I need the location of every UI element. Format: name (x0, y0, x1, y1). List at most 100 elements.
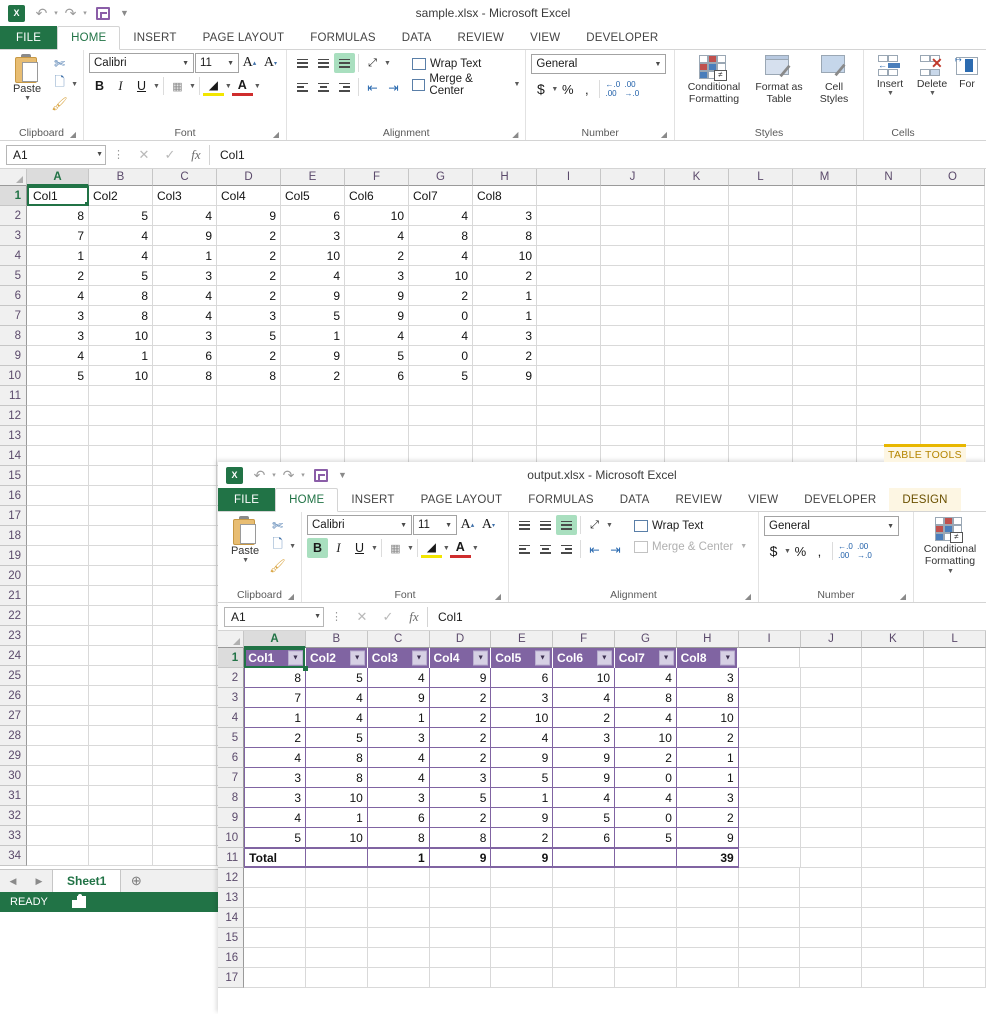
cell-2-D17[interactable] (429, 968, 492, 988)
cell-2-L13[interactable] (924, 888, 986, 908)
table-cell-F5[interactable]: 3 (553, 728, 616, 748)
table-cell-G4[interactable]: 4 (615, 708, 677, 728)
cell-I9[interactable] (537, 346, 601, 366)
table-cell-C8[interactable]: 3 (367, 788, 430, 808)
decrease-indent-icon-2[interactable]: ⇤ (584, 539, 605, 559)
column-header-2-E[interactable]: E (491, 631, 554, 648)
table-header-Col4[interactable]: Col4 ▼ (429, 648, 492, 668)
column-header-2-K[interactable]: K (862, 631, 925, 648)
cell-C15[interactable] (153, 466, 217, 486)
column-header-2-F[interactable]: F (553, 631, 616, 648)
formula-bar-expand-handle-2[interactable]: ⋮ (324, 610, 349, 623)
row-header-12[interactable]: 12 (0, 406, 27, 426)
cell-C18[interactable] (153, 526, 217, 546)
cell-C7[interactable]: 4 (153, 306, 217, 326)
cell-2-I11[interactable] (738, 848, 801, 868)
cell-2-A12[interactable] (244, 868, 306, 888)
cell-L8[interactable] (729, 326, 793, 346)
cell-B24[interactable] (89, 646, 153, 666)
cell-2-D14[interactable] (429, 908, 492, 928)
increase-decimal-icon-2[interactable]: .00 →.0 (855, 541, 874, 561)
cell-C28[interactable] (153, 726, 217, 746)
cell-C13[interactable] (153, 426, 217, 446)
filter-dropdown-icon-Col3[interactable]: ▼ (411, 650, 427, 666)
select-all-corner-2[interactable] (218, 631, 245, 648)
cell-C6[interactable]: 4 (153, 286, 217, 306)
cell-A12[interactable] (27, 406, 89, 426)
cell-I3[interactable] (537, 226, 601, 246)
cell-C12[interactable] (153, 406, 217, 426)
row-header-2-5[interactable]: 5 (218, 728, 245, 748)
font-name-input[interactable]: Calibri ▼ (89, 53, 194, 73)
row-header-2-3[interactable]: 3 (218, 688, 245, 708)
cell-K8[interactable] (665, 326, 729, 346)
row-header-29[interactable]: 29 (0, 746, 27, 766)
cell-L12[interactable] (729, 406, 793, 426)
cell-A33[interactable] (27, 826, 89, 846)
orientation-dropdown-icon-2[interactable]: ▼ (606, 522, 613, 529)
cell-2-H16[interactable] (676, 948, 739, 968)
tab-developer-2[interactable]: DEVELOPER (791, 488, 889, 511)
fill-color-icon[interactable]: ◢ (202, 76, 224, 96)
cell-A32[interactable] (27, 806, 89, 826)
cell-A8[interactable]: 3 (27, 326, 89, 346)
cell-C14[interactable] (153, 446, 217, 466)
cell-L2[interactable] (729, 206, 793, 226)
table-cell-D2[interactable]: 9 (429, 668, 492, 688)
table-header-Col5[interactable]: Col5 ▼ (491, 648, 554, 668)
align-left-icon-2[interactable] (514, 539, 535, 559)
cell-H2[interactable]: 3 (473, 206, 537, 226)
tab-data[interactable]: DATA (389, 26, 445, 49)
row-header-19[interactable]: 19 (0, 546, 27, 566)
font-dialog-launcher[interactable]: ◢ (273, 130, 279, 139)
table-cell-C6[interactable]: 4 (367, 748, 430, 768)
row-header-31[interactable]: 31 (0, 786, 27, 806)
row-header-25[interactable]: 25 (0, 666, 27, 686)
cell-O5[interactable] (921, 266, 985, 286)
alignment-dialog-launcher-2[interactable]: ◢ (745, 592, 751, 601)
cell-J9[interactable] (601, 346, 665, 366)
cell-N10[interactable] (857, 366, 921, 386)
table-cell-E2[interactable]: 6 (491, 668, 554, 688)
italic-button[interactable]: I (110, 76, 131, 96)
cell-C19[interactable] (153, 546, 217, 566)
tab-review[interactable]: REVIEW (445, 26, 518, 49)
table-cell-F6[interactable]: 9 (553, 748, 616, 768)
column-header-D[interactable]: D (217, 169, 281, 186)
cell-2-L16[interactable] (924, 948, 986, 968)
column-header-F[interactable]: F (345, 169, 409, 186)
cell-C33[interactable] (153, 826, 217, 846)
cell-A30[interactable] (27, 766, 89, 786)
column-header-2-L[interactable]: L (924, 631, 986, 648)
cell-J13[interactable] (601, 426, 665, 446)
cell-2-K9[interactable] (862, 808, 925, 828)
cell-F4[interactable]: 2 (345, 246, 409, 266)
cell-O6[interactable] (921, 286, 985, 306)
cell-L3[interactable] (729, 226, 793, 246)
cell-H6[interactable]: 1 (473, 286, 537, 306)
clipboard-dialog-launcher-2[interactable]: ◢ (288, 592, 294, 601)
cell-C10[interactable]: 8 (153, 366, 217, 386)
cell-L1[interactable] (729, 186, 793, 206)
cell-A9[interactable]: 4 (27, 346, 89, 366)
cell-G4[interactable]: 4 (409, 246, 473, 266)
font-dialog-launcher-2[interactable]: ◢ (495, 592, 501, 601)
cell-2-L4[interactable] (924, 708, 986, 728)
cell-2-K1[interactable] (862, 648, 925, 668)
row-header-2-4[interactable]: 4 (218, 708, 245, 728)
filter-dropdown-icon-Col2[interactable]: ▼ (349, 650, 365, 666)
column-header-C[interactable]: C (153, 169, 217, 186)
table-cell-A10[interactable]: 5 (244, 828, 307, 848)
cell-C34[interactable] (153, 846, 217, 866)
tab-view-2[interactable]: VIEW (735, 488, 791, 511)
cell-I8[interactable] (537, 326, 601, 346)
format-as-table-button[interactable]: Format as Table (748, 55, 810, 106)
cell-B3[interactable]: 4 (89, 226, 153, 246)
wrap-text-button-2[interactable]: Wrap Text (634, 515, 747, 536)
cell-J4[interactable] (601, 246, 665, 266)
macro-record-icon[interactable] (71, 894, 86, 908)
align-right-icon-2[interactable] (556, 539, 577, 559)
cell-B18[interactable] (89, 526, 153, 546)
row-header-2-1[interactable]: 1 (218, 648, 245, 668)
cell-I2[interactable] (537, 206, 601, 226)
